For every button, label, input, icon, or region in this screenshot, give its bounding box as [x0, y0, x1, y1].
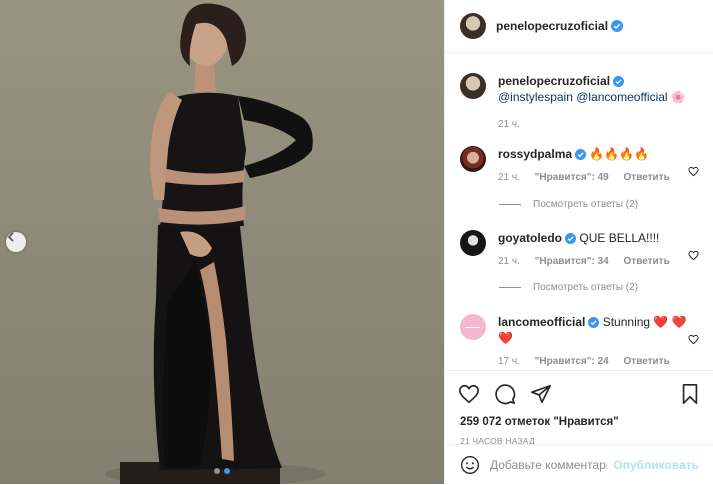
author-username[interactable]: penelopecruzoficial — [496, 19, 608, 33]
commenter-avatar[interactable] — [460, 146, 486, 172]
post-sidebar: penelopecruzoficial penelopecruzoficial … — [444, 0, 713, 484]
author-avatar[interactable] — [460, 13, 486, 39]
share-icon[interactable] — [530, 383, 552, 405]
verified-badge-icon — [565, 233, 577, 244]
view-replies-button[interactable]: Посмотреть ответы (2) — [499, 199, 638, 210]
comment-time[interactable]: 21 ч. — [498, 256, 520, 267]
commenter-avatar[interactable] — [460, 314, 486, 340]
post-photo[interactable] — [0, 0, 444, 484]
comment-text: 🔥🔥🔥🔥 — [589, 147, 650, 161]
mention-link[interactable]: @instylespain — [498, 90, 573, 104]
comment-time[interactable]: 17 ч. — [498, 356, 520, 367]
comment-item: lancomeofficial Stunning ❤️ ❤️❤️ 17 ч. "… — [460, 314, 699, 369]
mention-link[interactable]: @lancomeofficial — [576, 90, 667, 104]
photo-illustration — [105, 3, 325, 484]
comment-like-heart-icon[interactable] — [688, 250, 699, 261]
commenter-username[interactable]: rossydpalma — [498, 147, 572, 161]
carousel-dot — [214, 468, 220, 474]
caption-emoji: 🌸 — [670, 90, 686, 104]
verified-badge-icon — [588, 317, 600, 328]
reply-button[interactable]: Ответить — [624, 356, 670, 367]
add-comment-bar: Добавьте комментарий... Опубликовать — [445, 444, 713, 485]
view-replies-button[interactable]: Посмотреть ответы (2) — [499, 282, 638, 293]
carousel-dots — [0, 468, 444, 474]
verified-badge-icon — [613, 76, 625, 87]
verified-badge-icon — [611, 20, 624, 32]
post-header: penelopecruzoficial — [445, 0, 713, 53]
commenter-username[interactable]: lancomeofficial — [498, 315, 585, 329]
chevron-left-icon — [7, 232, 14, 242]
view-replies-label: Посмотреть ответы (2) — [533, 199, 639, 210]
verified-badge-icon — [575, 149, 587, 160]
caption: penelopecruzoficial @instylespain @lanco… — [460, 73, 699, 133]
commenter-avatar[interactable] — [460, 230, 486, 256]
comments-list: penelopecruzoficial @instylespain @lanco… — [445, 53, 713, 369]
author-avatar[interactable] — [460, 73, 486, 99]
comment-text: QUE BELLA!!!! — [579, 231, 660, 245]
smiley-icon[interactable] — [460, 455, 480, 475]
comment-like-heart-icon[interactable] — [688, 334, 699, 345]
comment-item: rossydpalma 🔥🔥🔥🔥 21 ч. "Нравится": 49 От… — [460, 146, 699, 186]
comment-time[interactable]: 21 ч. — [498, 172, 520, 183]
comment-likes[interactable]: "Нравится": 49 — [535, 172, 609, 183]
publish-button[interactable]: Опубликовать — [613, 458, 699, 472]
comment-item: goyatoledo QUE BELLA!!!! 21 ч. "Нравится… — [460, 230, 699, 270]
comment-like-heart-icon[interactable] — [688, 166, 699, 177]
comment-icon[interactable] — [494, 383, 516, 405]
view-replies-label: Посмотреть ответы (2) — [533, 282, 639, 293]
comment-likes[interactable]: "Нравится": 24 — [535, 356, 609, 367]
likes-count[interactable]: 259 072 отметок "Нравится" — [445, 409, 713, 428]
post-actions: 259 072 отметок "Нравится" 21 часов наза… — [445, 370, 713, 446]
heart-icon[interactable] — [458, 383, 480, 405]
commenter-username[interactable]: goyatoledo — [498, 231, 562, 245]
bookmark-icon[interactable] — [680, 383, 700, 405]
carousel-prev-button[interactable] — [6, 232, 26, 252]
caption-username[interactable]: penelopecruzoficial — [498, 74, 610, 88]
comment-input[interactable]: Добавьте комментарий... — [490, 458, 607, 472]
reply-button[interactable]: Ответить — [624, 256, 670, 267]
caption-time[interactable]: 21 ч. — [498, 119, 520, 130]
comment-likes[interactable]: "Нравится": 34 — [535, 256, 609, 267]
reply-button[interactable]: Ответить — [624, 172, 670, 183]
carousel-dot-active — [224, 468, 230, 474]
